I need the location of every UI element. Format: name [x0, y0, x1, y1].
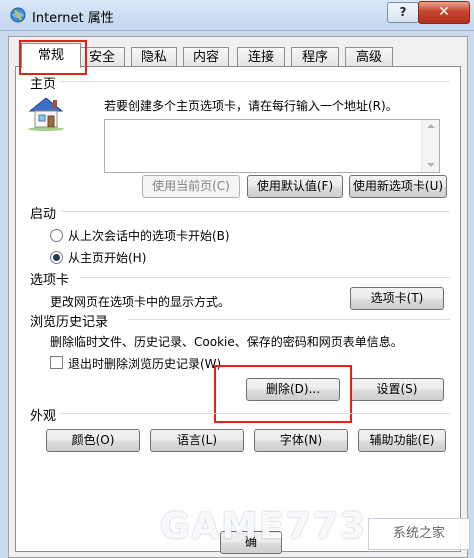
dialog-body: 常规 安全 隐私 内容 连接 程序 高级 主页 若要创建多个主页选项卡，请在每行… — [8, 36, 468, 558]
close-button[interactable]: ✕ — [418, 1, 470, 24]
startup-group-divider — [60, 211, 450, 212]
use-default-button[interactable]: 使用默认值(F) — [247, 175, 343, 198]
tabs-description: 更改网页在选项卡中的显示方式。 — [50, 295, 231, 309]
history-group-title: 浏览历史记录 — [30, 315, 109, 330]
general-tab-panel: 主页 若要创建多个主页选项卡，请在每行输入一个地址(R)。 使用当前页(C) 使… — [15, 66, 461, 554]
title-bar: Internet 属性 ? ✕ — [0, 0, 474, 31]
history-group-divider — [128, 319, 450, 320]
tab-programs[interactable]: 程序 — [291, 47, 339, 67]
scroll-up-arrow-icon[interactable] — [427, 124, 435, 128]
watermark-badge: 系统之家 — [368, 518, 470, 550]
home-address-input[interactable] — [104, 119, 440, 173]
appearance-group-title: 外观 — [30, 409, 57, 424]
delete-on-exit-checkbox[interactable] — [50, 356, 63, 369]
startup-group-title: 启动 — [30, 207, 57, 222]
use-current-button[interactable]: 使用当前页(C) — [142, 175, 240, 198]
fonts-button[interactable]: 字体(N) — [254, 429, 348, 452]
tabs-group-divider — [80, 277, 450, 278]
window-title: Internet 属性 — [32, 11, 114, 26]
home-description: 若要创建多个主页选项卡，请在每行输入一个地址(R)。 — [104, 99, 398, 113]
tab-advanced[interactable]: 高级 — [345, 47, 393, 67]
home-group-title: 主页 — [30, 77, 57, 92]
delete-on-exit-label: 退出时删除浏览历史记录(W) — [68, 357, 222, 371]
address-scrollbar[interactable] — [421, 120, 439, 172]
help-button[interactable]: ? — [387, 2, 419, 23]
tabs-settings-button[interactable]: 选项卡(T) — [350, 287, 444, 310]
history-description: 删除临时文件、历史记录、Cookie、保存的密码和网页表单信息。 — [50, 335, 403, 349]
use-new-tab-button[interactable]: 使用新选项卡(U) — [349, 175, 447, 198]
internet-options-icon — [10, 7, 26, 23]
watermark-text: GAME773 — [160, 506, 367, 547]
tab-content[interactable]: 内容 — [183, 47, 229, 67]
languages-button[interactable]: 语言(L) — [150, 429, 244, 452]
startup-last-session-label: 从上次会话中的选项卡开始(B) — [68, 229, 230, 243]
startup-home-radio[interactable] — [50, 251, 63, 264]
scroll-down-arrow-icon[interactable] — [427, 163, 435, 167]
delete-highlight-annotation — [214, 365, 352, 423]
home-group-divider — [60, 81, 450, 82]
appearance-group-divider — [60, 413, 450, 414]
tab-highlight-annotation — [19, 40, 87, 75]
tabs-group-title: 选项卡 — [30, 273, 70, 288]
radio-selected-dot — [53, 254, 60, 261]
colors-button[interactable]: 颜色(O) — [46, 429, 140, 452]
history-settings-button[interactable]: 设置(S) — [350, 378, 444, 401]
startup-last-session-radio[interactable] — [50, 229, 63, 242]
startup-home-label: 从主页开始(H) — [68, 251, 147, 265]
home-house-icon — [28, 97, 64, 131]
tab-privacy[interactable]: 隐私 — [131, 47, 177, 67]
tab-connections[interactable]: 连接 — [237, 47, 285, 67]
accessibility-button[interactable]: 辅助功能(E) — [358, 429, 446, 452]
